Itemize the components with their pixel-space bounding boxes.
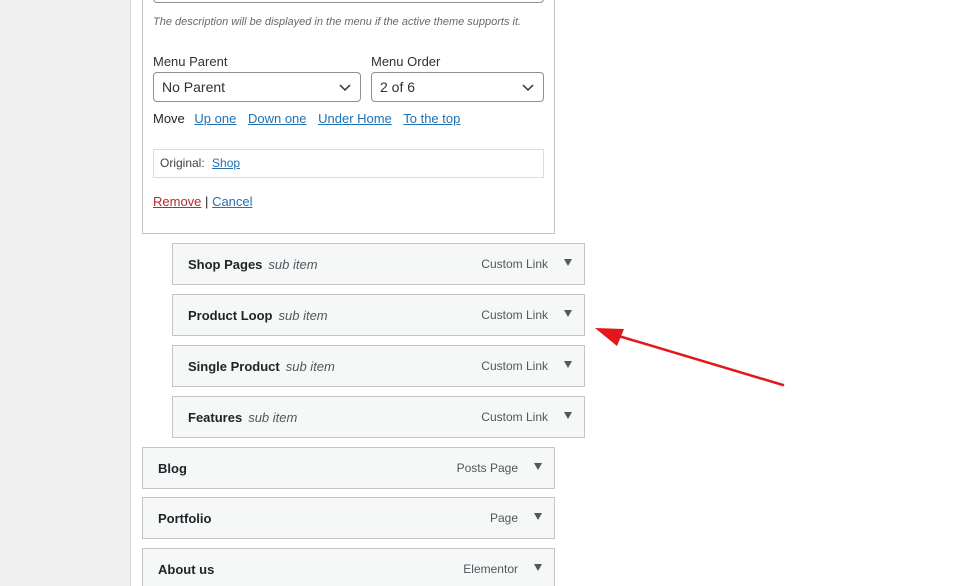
remove-link[interactable]: Remove bbox=[153, 194, 201, 209]
triangle-down-icon[interactable] bbox=[534, 513, 542, 520]
cancel-link[interactable]: Cancel bbox=[212, 194, 252, 209]
menu-item-type: Posts Page bbox=[456, 461, 518, 475]
menu-item-title: Product Loop sub item bbox=[188, 308, 328, 323]
menu-parent-select[interactable]: No Parent bbox=[153, 72, 361, 102]
item-actions: Remove | Cancel bbox=[153, 194, 253, 209]
sub-item-label: sub item bbox=[268, 257, 318, 272]
move-label: Move bbox=[153, 111, 185, 126]
chevron-down-icon bbox=[339, 84, 351, 92]
menu-order-value: 2 of 6 bbox=[380, 79, 416, 95]
menu-order-select[interactable]: 2 of 6 bbox=[371, 72, 544, 102]
menu-item-shop-pages[interactable]: Shop Pages sub item Custom Link bbox=[172, 243, 585, 285]
menu-item-single-product[interactable]: Single Product sub item Custom Link bbox=[172, 345, 585, 387]
triangle-down-icon[interactable] bbox=[534, 564, 542, 571]
chevron-down-icon bbox=[522, 84, 534, 92]
menu-item-title: Shop Pages sub item bbox=[188, 257, 318, 272]
menu-item-portfolio[interactable]: Portfolio Page bbox=[142, 497, 555, 539]
menu-item-type: Page bbox=[489, 511, 518, 525]
admin-sidebar-gutter bbox=[0, 0, 131, 586]
description-textarea[interactable]: ⁄⁄ bbox=[153, 0, 544, 3]
menu-item-blog[interactable]: Blog Posts Page bbox=[142, 447, 555, 489]
menu-item-settings-panel: ⁄⁄ The description will be displayed in … bbox=[142, 0, 555, 234]
sub-item-label: sub item bbox=[248, 410, 298, 425]
move-to-top-link[interactable]: To the top bbox=[403, 111, 460, 126]
triangle-down-icon[interactable] bbox=[534, 463, 542, 470]
move-under-home-link[interactable]: Under Home bbox=[318, 111, 392, 126]
menu-item-title: Portfolio bbox=[158, 511, 212, 526]
menu-item-type: Custom Link bbox=[481, 308, 548, 322]
menu-item-type: Custom Link bbox=[481, 257, 548, 271]
original-label: Original: bbox=[160, 156, 205, 170]
resize-grip-icon[interactable]: ⁄⁄ bbox=[538, 0, 541, 2]
menu-item-title-text: Single Product bbox=[188, 359, 280, 374]
triangle-down-icon[interactable] bbox=[564, 361, 572, 368]
menu-item-title-text: Features bbox=[188, 410, 243, 425]
menu-item-about-us[interactable]: About us Elementor bbox=[142, 548, 555, 586]
menu-parent-value: No Parent bbox=[162, 79, 226, 95]
menu-item-product-loop[interactable]: Product Loop sub item Custom Link bbox=[172, 294, 585, 336]
menu-item-type: Elementor bbox=[463, 562, 518, 576]
menu-item-title-text: Shop Pages bbox=[188, 257, 263, 272]
action-separator: | bbox=[205, 194, 209, 209]
sub-item-label: sub item bbox=[278, 308, 328, 323]
menu-item-type: Custom Link bbox=[481, 410, 548, 424]
triangle-down-icon[interactable] bbox=[564, 310, 572, 317]
menu-item-title: Blog bbox=[158, 461, 187, 476]
menu-item-features[interactable]: Features sub item Custom Link bbox=[172, 396, 585, 438]
move-controls: Move Up one Down one Under Home To the t… bbox=[153, 111, 468, 126]
menu-item-title: About us bbox=[158, 562, 215, 577]
menu-item-type: Custom Link bbox=[481, 359, 548, 373]
menu-item-title-text: Product Loop bbox=[188, 308, 273, 323]
move-down-one-link[interactable]: Down one bbox=[248, 111, 307, 126]
move-up-one-link[interactable]: Up one bbox=[194, 111, 236, 126]
original-link-box: Original: Shop bbox=[153, 149, 544, 178]
menu-item-title: Single Product sub item bbox=[188, 359, 335, 374]
menu-item-title: Features sub item bbox=[188, 410, 297, 425]
menu-parent-label: Menu Parent bbox=[153, 54, 228, 69]
description-note: The description will be displayed in the… bbox=[153, 16, 522, 28]
sub-item-label: sub item bbox=[285, 359, 335, 374]
triangle-down-icon[interactable] bbox=[564, 259, 572, 266]
triangle-down-icon[interactable] bbox=[564, 412, 572, 419]
original-shop-link[interactable]: Shop bbox=[212, 156, 240, 170]
menu-order-label: Menu Order bbox=[371, 54, 441, 69]
